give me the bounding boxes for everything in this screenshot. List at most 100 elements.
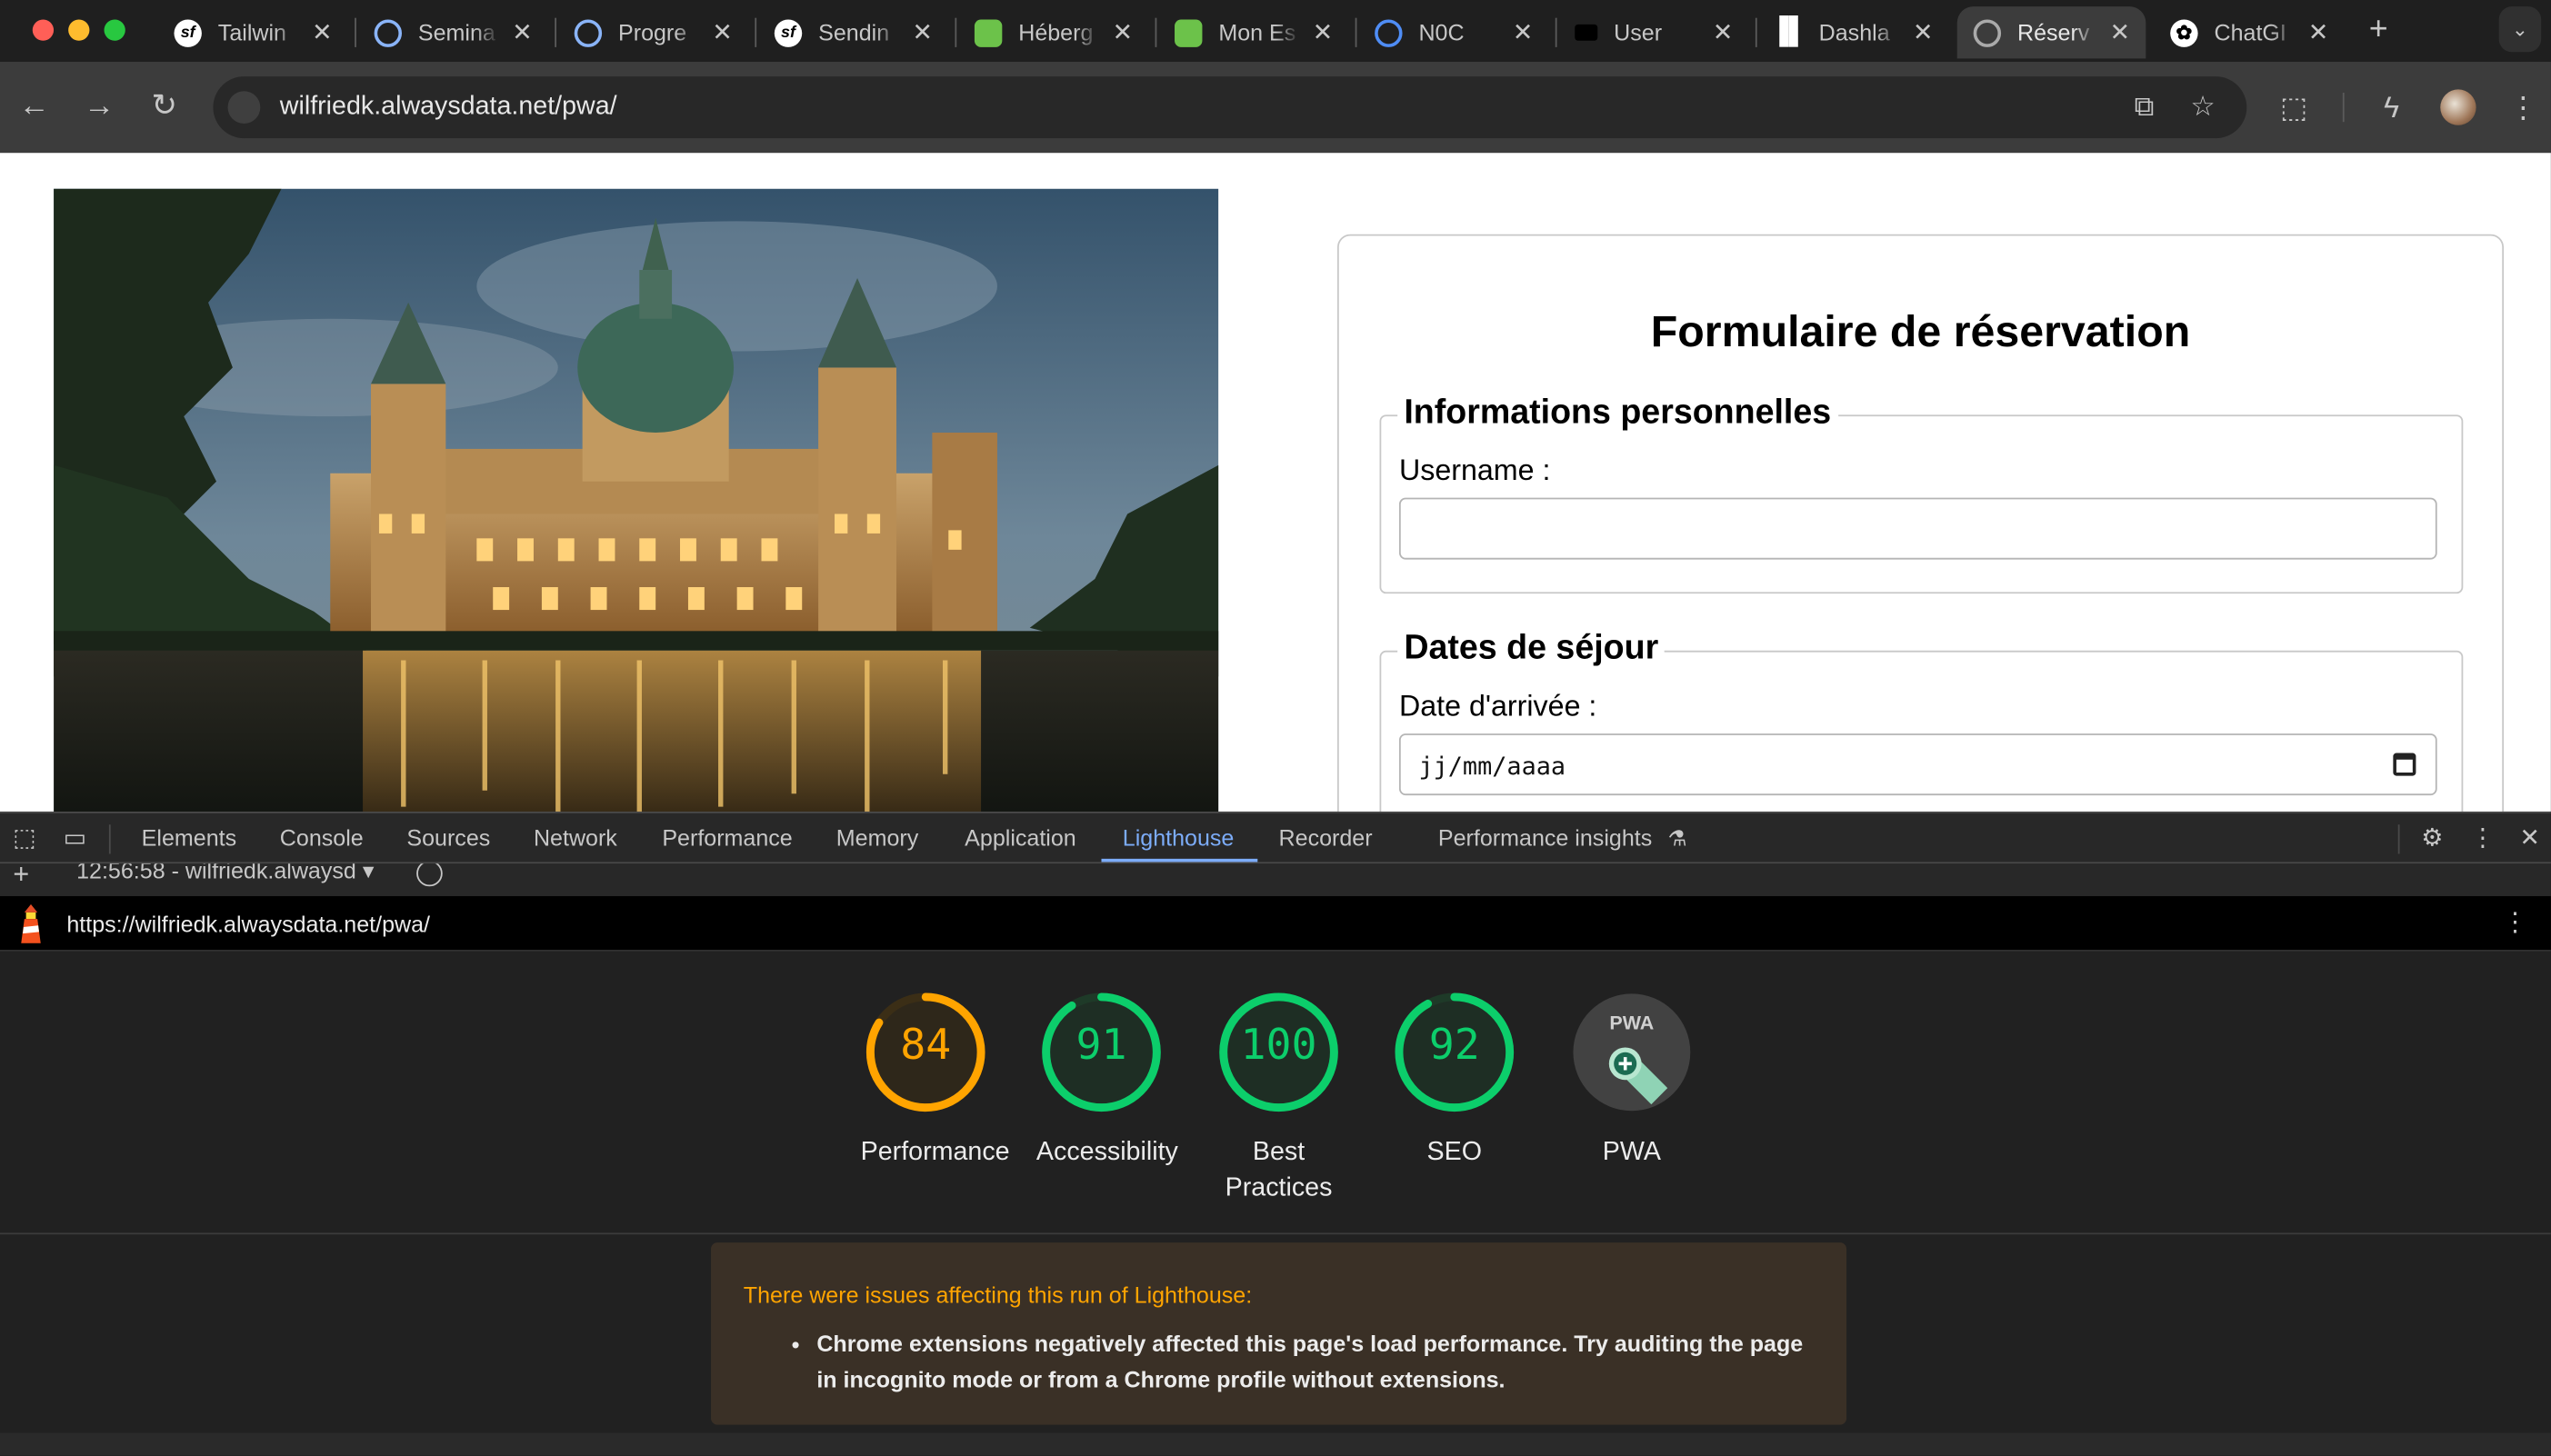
- calendar-icon[interactable]: [2393, 753, 2416, 776]
- score-gauge-seo[interactable]: 92 SEO: [1389, 987, 1519, 1171]
- warning-list: Chrome extensions negatively affected th…: [816, 1325, 1809, 1397]
- minimize-window-button[interactable]: [68, 19, 90, 41]
- report-url[interactable]: https://wilfriedk.alwaysdata.net/pwa/: [66, 911, 430, 937]
- browser-tab[interactable]: sf Sendin ✕: [758, 6, 948, 58]
- devtools-tabbar: ⬚ ▭ Elements Console Sources Network Per…: [0, 811, 2551, 864]
- close-tab-icon[interactable]: ✕: [709, 18, 735, 46]
- close-tab-icon[interactable]: ✕: [1310, 18, 1336, 46]
- browser-tab-active[interactable]: Réserv ✕: [1956, 6, 2146, 59]
- report-menu-icon[interactable]: ⋮: [2502, 906, 2528, 939]
- warning-title: There were issues affecting this run of …: [743, 1281, 1253, 1308]
- bookmark-star-icon[interactable]: ☆: [2186, 91, 2219, 124]
- personal-info-fieldset: Informations personnelles Username :: [1379, 394, 2464, 594]
- new-report-icon[interactable]: +: [13, 863, 29, 891]
- score-gauge-best-practices[interactable]: 100 Best Practices: [1189, 987, 1368, 1207]
- clear-reports-icon[interactable]: [416, 863, 443, 887]
- tab-strip: sf Tailwin ✕ Semina ✕ Progre ✕ sf Sendin…: [0, 0, 2551, 63]
- tab-title: Mon Es: [1218, 19, 1296, 46]
- close-tab-icon[interactable]: ✕: [1109, 18, 1135, 46]
- browser-tab[interactable]: sf Tailwin ✕: [158, 6, 348, 58]
- browser-tab[interactable]: Semina ✕: [358, 6, 548, 58]
- tab-application[interactable]: Application: [965, 813, 1076, 863]
- leaf-icon: [974, 18, 1003, 47]
- browser-tab[interactable]: Héberg ✕: [958, 6, 1148, 58]
- tab-search-button[interactable]: ⌄: [2498, 6, 2542, 53]
- address-bar[interactable]: wilfriedk.alwaysdata.net/pwa/ ⧉ ☆: [213, 76, 2247, 139]
- tab-title: ChatGI: [2214, 19, 2286, 46]
- tab-memory[interactable]: Memory: [836, 813, 918, 863]
- tab-title: Semina: [417, 19, 495, 46]
- score-gauge-pwa[interactable]: PWA PWA: [1566, 987, 1696, 1171]
- tab-performance[interactable]: Performance: [662, 813, 792, 863]
- close-tab-icon[interactable]: ✕: [2306, 18, 2332, 46]
- close-tab-icon[interactable]: ✕: [1710, 18, 1736, 46]
- close-window-button[interactable]: [32, 19, 55, 41]
- browser-tab[interactable]: ✿ ChatGI ✕: [2154, 6, 2344, 58]
- profile-avatar[interactable]: [2440, 89, 2476, 125]
- warning-item: Chrome extensions negatively affected th…: [816, 1325, 1809, 1397]
- globe-icon: [1973, 18, 2002, 47]
- close-tab-icon[interactable]: ✕: [309, 18, 335, 46]
- score-gauge-performance[interactable]: 84 Performance: [861, 987, 1010, 1171]
- performance-icon[interactable]: ϟ: [2372, 88, 2411, 127]
- tab-performance-insights[interactable]: Performance insights: [1438, 813, 1652, 863]
- address-url[interactable]: wilfriedk.alwaysdata.net/pwa/: [280, 93, 617, 122]
- browser-tab[interactable]: N0C ✕: [1358, 6, 1548, 58]
- screen: sf Tailwin ✕ Semina ✕ Progre ✕ sf Sendin…: [0, 0, 2551, 1456]
- tab-separator: [555, 17, 557, 47]
- globe-swirl-icon: [574, 18, 603, 47]
- close-tab-icon[interactable]: ✕: [909, 18, 935, 46]
- tab-elements[interactable]: Elements: [142, 813, 236, 863]
- device-toolbar-icon[interactable]: ▭: [60, 824, 89, 853]
- browser-menu-icon[interactable]: ⋮: [2504, 88, 2543, 127]
- browser-tab[interactable]: Mon Es ✕: [1158, 6, 1348, 58]
- tab-separator: [1555, 17, 1557, 47]
- active-tab-indicator: [1101, 858, 1258, 863]
- tab-title: Héberg: [1018, 19, 1094, 46]
- tab-recorder[interactable]: Recorder: [1279, 813, 1373, 863]
- settings-gear-icon[interactable]: ⚙: [2417, 824, 2446, 853]
- lighthouse-logo-icon: [21, 903, 41, 943]
- arrival-date-input[interactable]: jj/mm/aaaa: [1398, 733, 2437, 796]
- close-devtools-icon[interactable]: ✕: [2516, 824, 2545, 853]
- lighthouse-report-header: https://wilfriedk.alwaysdata.net/pwa/ ⋮: [0, 896, 2551, 952]
- browser-tab[interactable]: ▐▌ Dashla ✕: [1758, 6, 1948, 58]
- inspect-element-icon[interactable]: ⬚: [10, 824, 39, 853]
- close-tab-icon[interactable]: ✕: [2106, 18, 2133, 46]
- close-tab-icon[interactable]: ✕: [1910, 18, 1936, 46]
- username-input[interactable]: [1398, 497, 2437, 560]
- tab-title: N0C: [1418, 19, 1465, 46]
- username-label: Username :: [1398, 454, 1551, 487]
- tab-separator: [1355, 17, 1357, 47]
- browser-tab[interactable]: User ✕: [1558, 6, 1748, 58]
- forward-arrow-icon[interactable]: →: [80, 88, 119, 127]
- tab-network[interactable]: Network: [534, 813, 617, 863]
- devtools-menu-icon[interactable]: ⋮: [2468, 824, 2497, 853]
- tab-lighthouse[interactable]: Lighthouse: [1123, 813, 1235, 863]
- new-tab-button[interactable]: +: [2361, 12, 2396, 47]
- report-selector[interactable]: 12:56:58 - wilfriedk.alwaysd ▾: [76, 863, 374, 884]
- tab-console[interactable]: Console: [280, 813, 364, 863]
- tab-sources[interactable]: Sources: [406, 813, 490, 863]
- tab-separator: [1755, 17, 1757, 47]
- reservation-form: Formulaire de réservation Informations p…: [1336, 234, 2505, 812]
- bars-icon: ▐▌: [1770, 17, 1807, 46]
- back-arrow-icon[interactable]: ←: [15, 88, 54, 127]
- close-tab-icon[interactable]: ✕: [509, 18, 535, 46]
- report-bottom-edge: [0, 1432, 2551, 1456]
- symfony-icon: sf: [174, 18, 202, 47]
- close-tab-icon[interactable]: ✕: [1510, 18, 1536, 46]
- tab-separator: [1155, 17, 1157, 47]
- castle-illustration: [54, 188, 1219, 812]
- score-label: Best Practices: [1225, 1138, 1333, 1202]
- arrival-date-label: Date d'arrivée :: [1398, 689, 1597, 723]
- zoom-window-button[interactable]: [104, 19, 125, 41]
- site-info-icon[interactable]: [227, 91, 261, 125]
- browser-tab[interactable]: Progre ✕: [558, 6, 748, 58]
- extensions-puzzle-icon[interactable]: ⬚: [2275, 88, 2314, 127]
- leaf-icon: [1175, 18, 1203, 47]
- reload-icon[interactable]: ↻: [145, 88, 184, 127]
- score-gauge-accessibility[interactable]: 91 Accessibility: [1036, 987, 1178, 1171]
- open-in-app-icon[interactable]: ⧉: [2128, 91, 2161, 124]
- pwa-badge-icon: PWA: [1573, 993, 1691, 1112]
